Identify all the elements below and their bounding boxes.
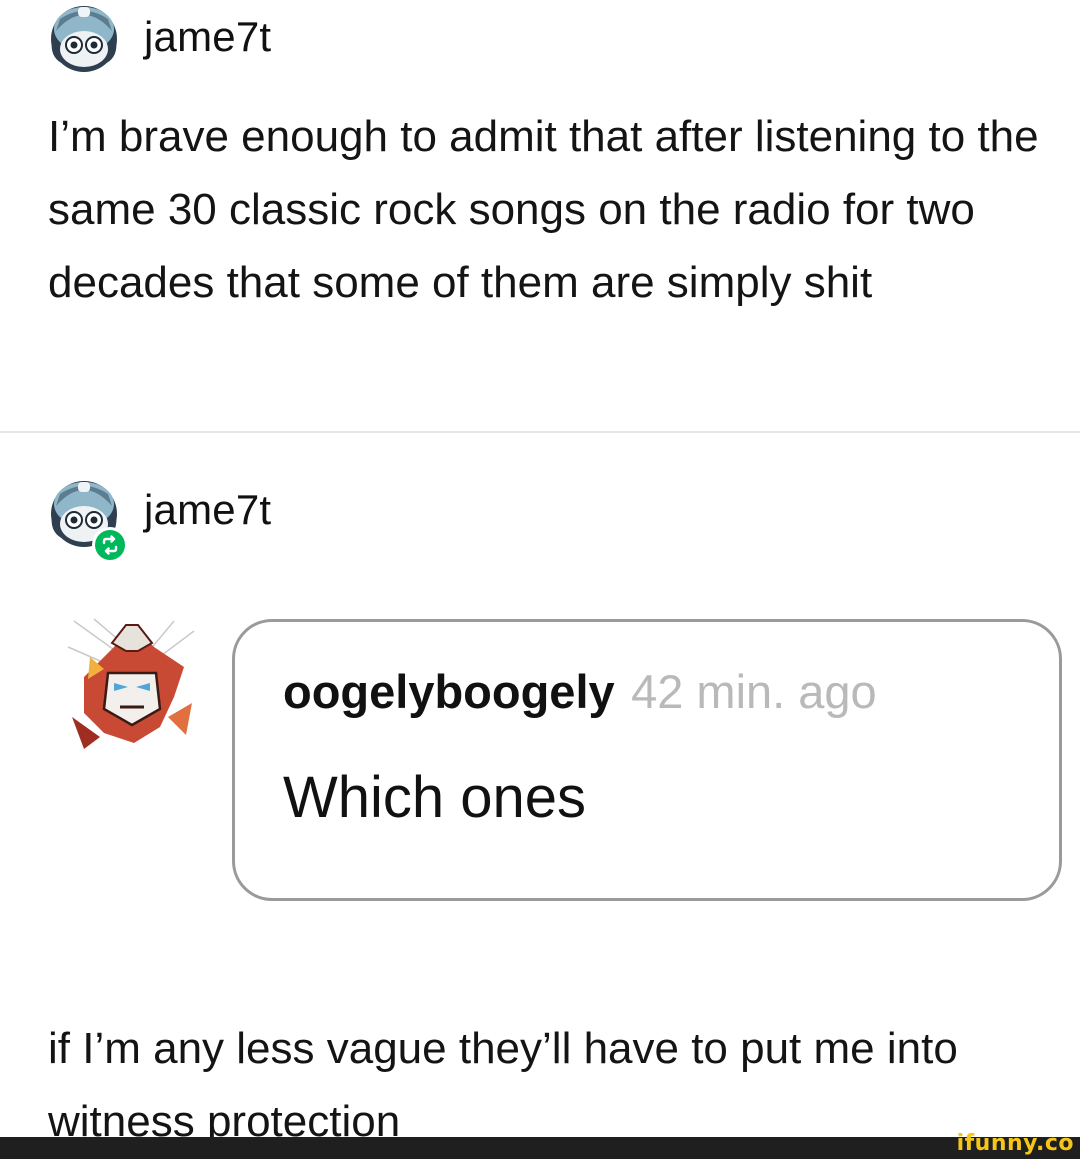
- comment-username[interactable]: oogelyboogely: [283, 665, 615, 718]
- comment-timestamp: 42 min. ago: [631, 665, 877, 718]
- watermark-bar: ifunny.co: [0, 1133, 1080, 1159]
- reblog-header: jame7t: [48, 480, 271, 563]
- user-avatar[interactable]: [48, 5, 120, 73]
- reblog-badge: [92, 527, 128, 563]
- post-page: jame7t I’m brave enough to admit that af…: [0, 0, 1080, 1159]
- post-username[interactable]: jame7t: [144, 16, 271, 58]
- commenter-avatar: [64, 617, 200, 753]
- reblog-user-avatar[interactable]: [48, 480, 128, 563]
- commenter-avatar-image: [64, 617, 200, 753]
- comment-meta: oogelyboogely 42 min. ago: [283, 664, 877, 719]
- avatar-image: [51, 6, 117, 72]
- comment-text: Which ones: [283, 765, 587, 830]
- ifunny-watermark: ifunny.co: [956, 1131, 1074, 1156]
- post-header: jame7t: [48, 5, 271, 73]
- post-body-text: I’m brave enough to admit that after lis…: [48, 112, 1039, 307]
- comment-bubble: oogelyboogely 42 min. ago Which ones: [232, 619, 1062, 901]
- reblog-icon: [102, 535, 118, 555]
- reblog-username[interactable]: jame7t: [144, 489, 271, 531]
- post-divider: [0, 431, 1080, 433]
